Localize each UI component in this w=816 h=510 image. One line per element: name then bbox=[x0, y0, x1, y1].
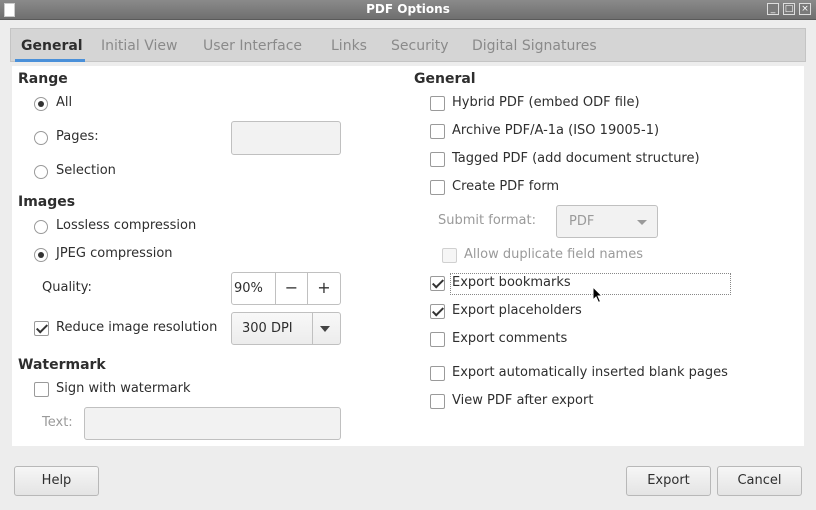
active-tab-indicator bbox=[15, 59, 85, 62]
range-all-radio[interactable] bbox=[34, 97, 48, 111]
tab-digital-signatures[interactable]: Digital Signatures bbox=[472, 29, 597, 62]
archive-pdf-checkbox[interactable] bbox=[430, 124, 445, 139]
export-bookmarks-checkbox[interactable] bbox=[430, 276, 445, 291]
submit-format-value: PDF bbox=[569, 214, 595, 229]
range-selection-label[interactable]: Selection bbox=[56, 163, 116, 178]
range-heading: Range bbox=[18, 71, 68, 87]
export-bookmarks-label[interactable]: Export bookmarks bbox=[452, 275, 571, 290]
archive-pdf-label[interactable]: Archive PDF/A-1a (ISO 19005-1) bbox=[452, 123, 659, 138]
watermark-label[interactable]: Sign with watermark bbox=[56, 381, 191, 396]
lossless-radio[interactable] bbox=[34, 220, 48, 234]
watermark-checkbox[interactable] bbox=[34, 382, 49, 397]
submit-format-label: Submit format: bbox=[438, 213, 537, 228]
tab-initial-view[interactable]: Initial View bbox=[101, 29, 177, 62]
lossless-label[interactable]: Lossless compression bbox=[56, 218, 196, 233]
export-comments-checkbox[interactable] bbox=[430, 332, 445, 347]
watermark-text-label: Text: bbox=[42, 415, 73, 430]
tab-user-interface[interactable]: User Interface bbox=[203, 29, 302, 62]
allow-duplicate-checkbox[interactable] bbox=[442, 248, 457, 263]
maximize-icon[interactable]: □ bbox=[783, 3, 795, 15]
reduce-resolution-label[interactable]: Reduce image resolution bbox=[56, 320, 217, 335]
tab-links[interactable]: Links bbox=[331, 29, 367, 62]
help-button[interactable]: Help bbox=[14, 466, 99, 496]
resolution-divider bbox=[312, 313, 313, 344]
allow-duplicate-label[interactable]: Allow duplicate field names bbox=[464, 247, 643, 262]
watermark-text-input[interactable] bbox=[84, 407, 341, 440]
tagged-pdf-checkbox[interactable] bbox=[430, 152, 445, 167]
close-icon[interactable]: × bbox=[799, 3, 811, 15]
range-pages-label[interactable]: Pages: bbox=[56, 129, 99, 144]
quality-input[interactable]: 90% bbox=[231, 272, 276, 305]
general-heading: General bbox=[414, 71, 476, 87]
view-after-export-checkbox[interactable] bbox=[430, 394, 445, 409]
range-all-label[interactable]: All bbox=[56, 95, 72, 110]
quality-increase-button[interactable]: + bbox=[307, 272, 341, 305]
minimize-icon[interactable]: _ bbox=[767, 3, 779, 15]
export-comments-label[interactable]: Export comments bbox=[452, 331, 567, 346]
export-placeholders-label[interactable]: Export placeholders bbox=[452, 303, 582, 318]
chevron-down-icon bbox=[637, 220, 647, 225]
create-form-label[interactable]: Create PDF form bbox=[452, 179, 559, 194]
window-title: PDF Options bbox=[366, 2, 450, 16]
tab-general[interactable]: General bbox=[21, 29, 83, 62]
tagged-pdf-label[interactable]: Tagged PDF (add document structure) bbox=[452, 151, 700, 166]
watermark-heading: Watermark bbox=[18, 357, 106, 373]
export-placeholders-checkbox[interactable] bbox=[430, 304, 445, 319]
cursor-icon bbox=[592, 286, 604, 304]
reduce-resolution-checkbox[interactable] bbox=[34, 321, 49, 336]
chevron-down-icon bbox=[320, 326, 330, 332]
export-blank-pages-label[interactable]: Export automatically inserted blank page… bbox=[452, 365, 728, 380]
pages-input[interactable] bbox=[231, 121, 341, 155]
jpeg-radio[interactable] bbox=[34, 248, 48, 262]
view-after-export-label[interactable]: View PDF after export bbox=[452, 393, 593, 408]
resolution-value: 300 DPI bbox=[242, 321, 293, 336]
title-bar: PDF Options _ □ × bbox=[0, 0, 816, 20]
range-pages-radio[interactable] bbox=[34, 131, 48, 145]
jpeg-label[interactable]: JPEG compression bbox=[56, 246, 173, 261]
tab-security[interactable]: Security bbox=[391, 29, 449, 62]
export-blank-pages-checkbox[interactable] bbox=[430, 366, 445, 381]
quality-decrease-button[interactable]: − bbox=[275, 272, 308, 305]
export-button[interactable]: Export bbox=[626, 466, 711, 496]
tab-bar: General Initial View User Interface Link… bbox=[10, 28, 806, 62]
submit-format-select[interactable]: PDF bbox=[556, 205, 658, 238]
cancel-button[interactable]: Cancel bbox=[717, 466, 802, 496]
hybrid-pdf-checkbox[interactable] bbox=[430, 96, 445, 111]
general-panel: Range All Pages: Selection Images Lossle… bbox=[12, 66, 804, 446]
hybrid-pdf-label[interactable]: Hybrid PDF (embed ODF file) bbox=[452, 95, 640, 110]
images-heading: Images bbox=[18, 194, 76, 210]
resolution-select[interactable]: 300 DPI bbox=[231, 312, 341, 345]
create-form-checkbox[interactable] bbox=[430, 180, 445, 195]
quality-label: Quality: bbox=[42, 280, 92, 295]
range-selection-radio[interactable] bbox=[34, 165, 48, 179]
